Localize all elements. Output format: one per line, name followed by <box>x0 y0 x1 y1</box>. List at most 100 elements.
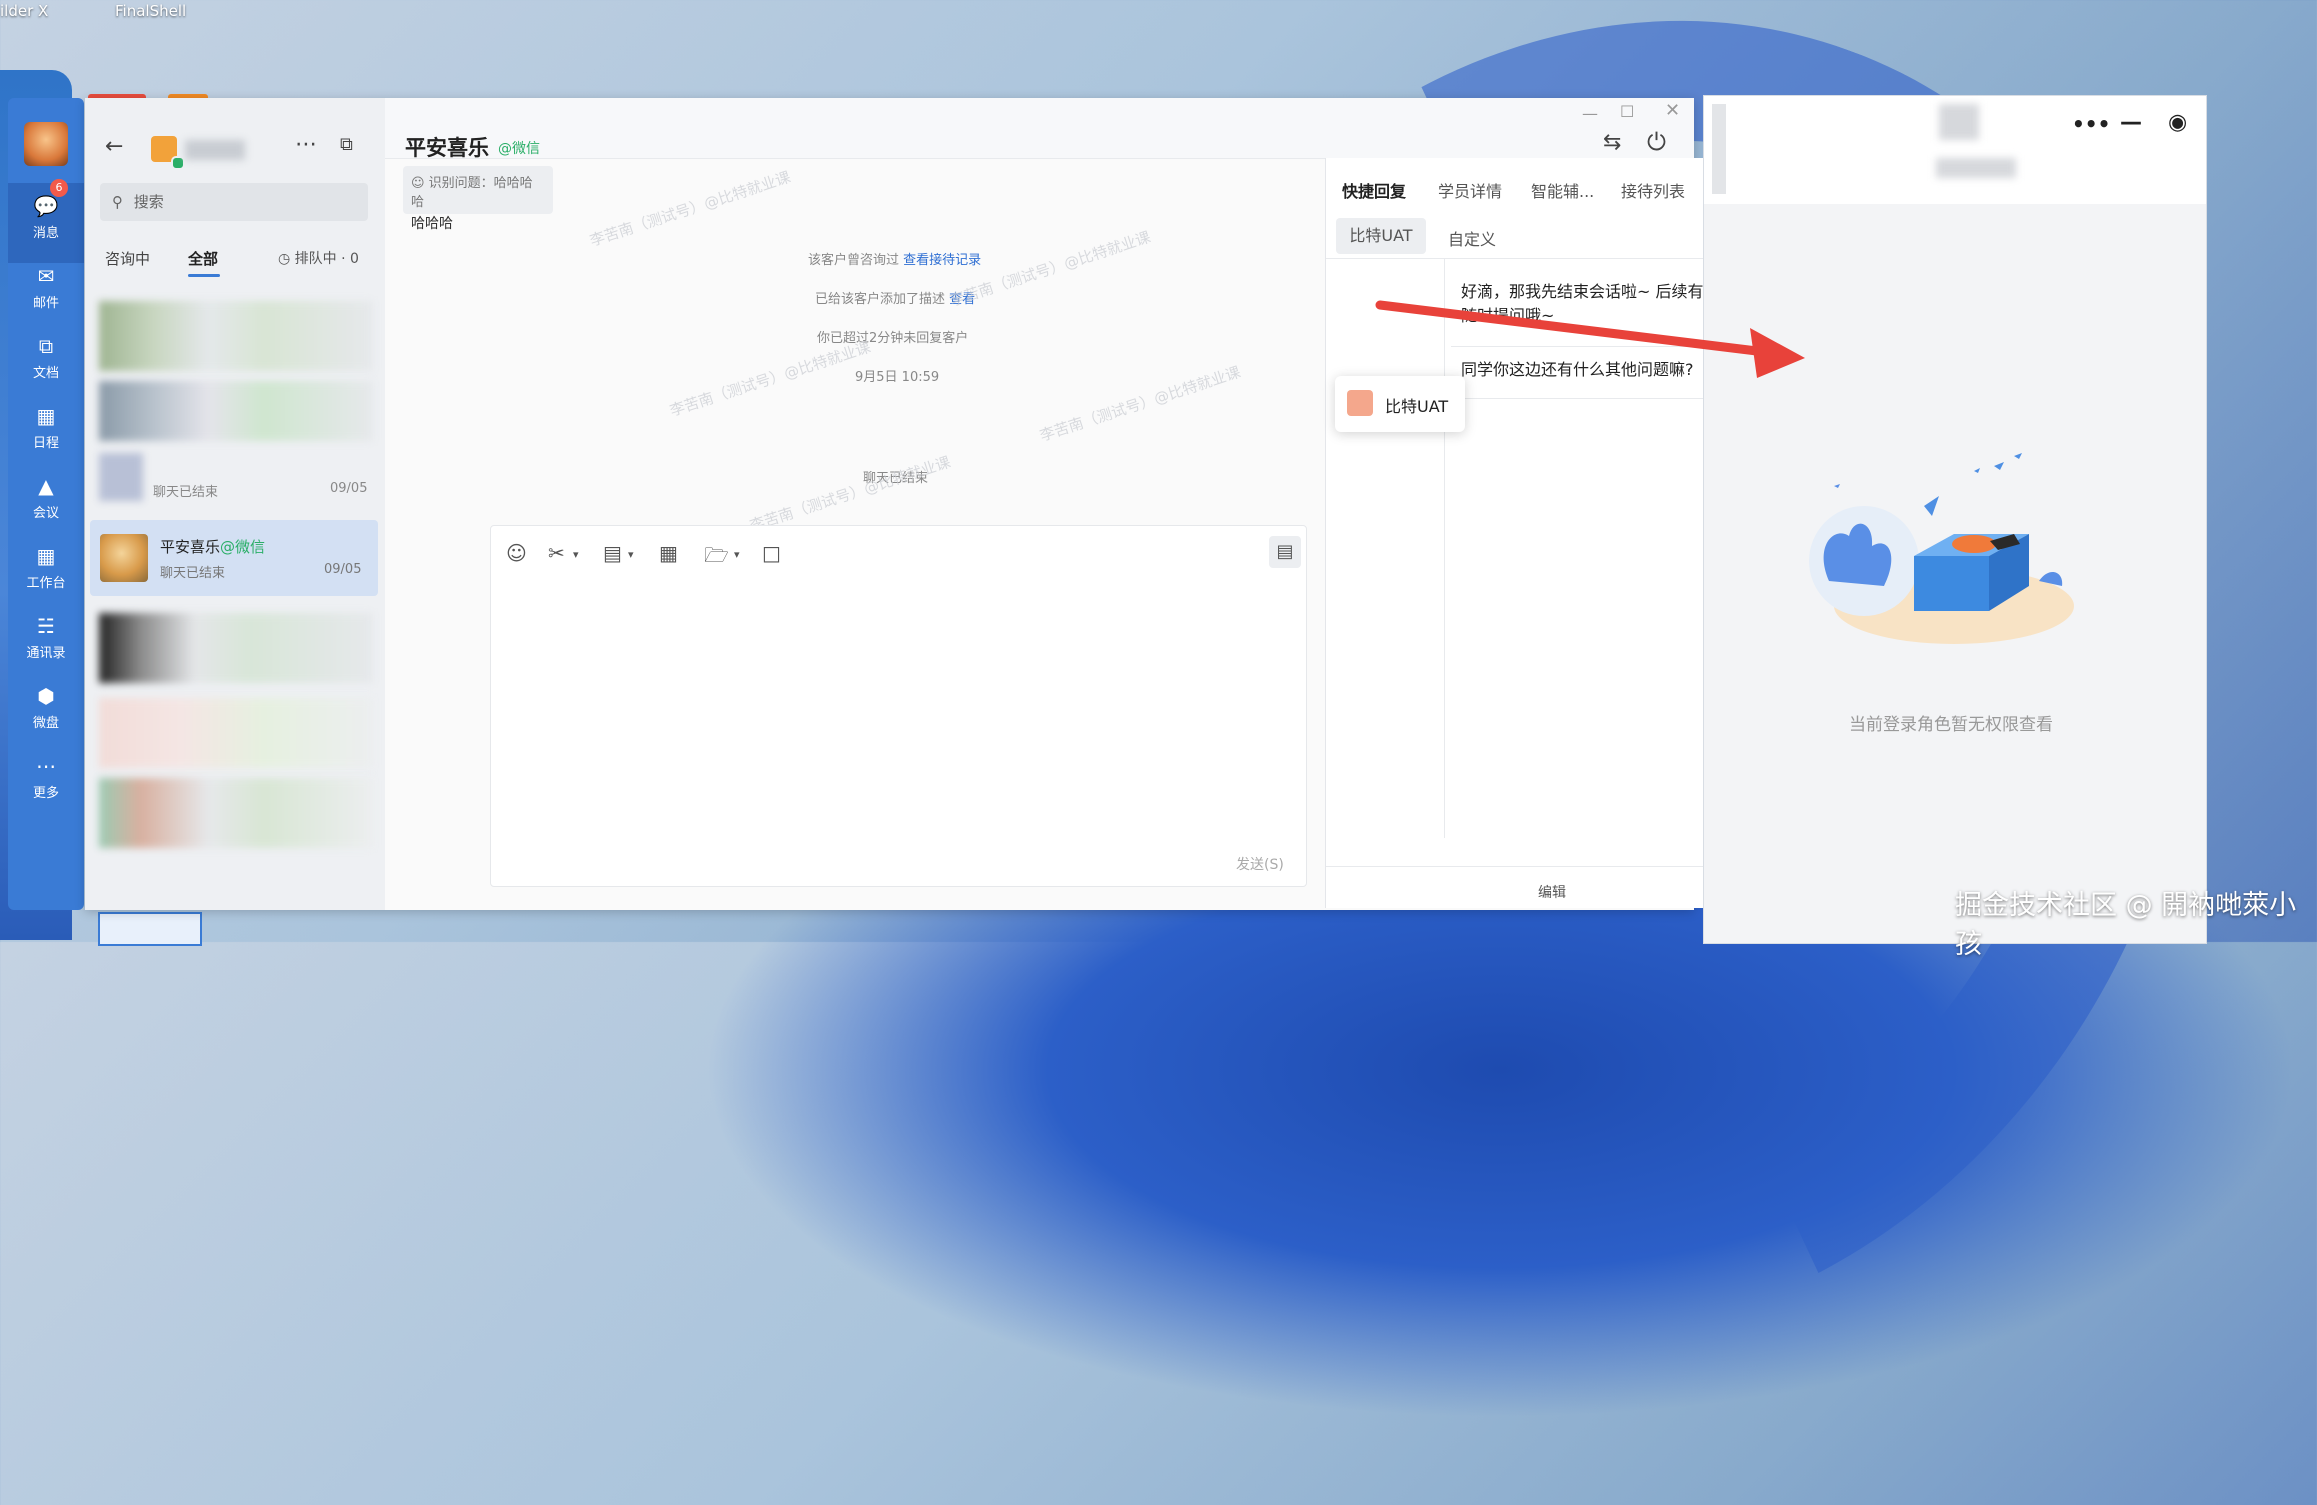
tab-student-details[interactable]: 学员详情 <box>1438 178 1502 202</box>
screenshot-scissors-icon[interactable]: ✂ <box>548 541 565 565</box>
rail-item-calendar[interactable]: ▦ 日程 <box>8 403 84 451</box>
close-circle-icon[interactable]: ◉ <box>2168 110 2187 135</box>
rail-label: 通讯录 <box>26 646 66 661</box>
queue-label: 排队中 · 0 <box>294 251 359 267</box>
contact-tag: @微信 <box>220 538 266 556</box>
minimize-icon[interactable]: — <box>1582 104 1598 123</box>
document-icon: ⧉ <box>38 334 54 358</box>
watermark-caption: 掘金技术社区 @ 開衲哋萊小孩 <box>1955 890 2297 960</box>
main-window: ← ⋯ ⧉ ⚲ 搜索 咨询中 全部 ◷ 排队中 · 0 聊天已结束 09/05 … <box>85 98 1779 910</box>
minimize-icon[interactable]: — <box>2120 110 2142 135</box>
queue-status[interactable]: ◷ 排队中 · 0 <box>278 248 359 268</box>
rail-label: 工作台 <box>26 576 66 591</box>
more-dots-icon[interactable]: ••• <box>2072 112 2110 136</box>
rail-label: 邮件 <box>32 296 59 311</box>
rail-label: 日程 <box>32 436 59 451</box>
red-arrow-annotation <box>1375 300 1805 378</box>
more-options-icon[interactable]: ⋯ <box>295 132 317 157</box>
empty-box-illustration <box>1809 453 2074 644</box>
rail-label: 会议 <box>32 506 59 521</box>
close-icon[interactable]: ✕ <box>1665 100 1680 121</box>
end-session-power-icon[interactable]: ⏻ <box>1647 128 1666 156</box>
search-placeholder: 搜索 <box>133 193 164 211</box>
mini-title-blurred <box>1936 158 2016 178</box>
send-button[interactable]: 发送(S) <box>1236 854 1284 874</box>
rail-item-contacts[interactable]: ☵ 通讯录 <box>8 613 84 661</box>
copy-window-icon[interactable]: ⧉ <box>340 134 353 155</box>
chevron-down-icon[interactable]: ▾ <box>573 548 579 561</box>
list-item[interactable] <box>99 778 373 848</box>
desktop-app-label[interactable]: ilder X <box>0 2 48 20</box>
chat-title-tag: @微信 <box>498 141 540 157</box>
message-composer[interactable]: ☺ ✂ ▾ ▤ ▾ ▦ 🗁 ▾ □ ▤ 发送(S) <box>490 525 1307 887</box>
chat-bubble-icon: 💬 <box>33 194 59 218</box>
system-text: 该客户曾咨询过 <box>808 253 900 268</box>
unread-badge: 6 <box>50 179 68 197</box>
system-message: 该客户曾咨询过 查看接待记录 <box>808 249 981 268</box>
contact-last-message: 聊天已结束 <box>160 566 226 581</box>
rail-item-meeting[interactable]: ▲ 会议 <box>8 473 84 521</box>
tab-reception-list[interactable]: 接待列表 <box>1621 178 1685 202</box>
list-item[interactable] <box>99 613 373 683</box>
user-avatar[interactable] <box>24 122 68 166</box>
note-icon[interactable]: ▦ <box>659 541 678 565</box>
side-mini-window: ••• — ◉ 当前登录角色暂无权限查看 <box>1703 95 2207 944</box>
template-panel-icon[interactable]: ▤ <box>1269 536 1301 568</box>
image-icon[interactable]: ▤ <box>603 541 622 565</box>
subtab-label: 比特UAT <box>1349 226 1413 245</box>
bite-logo-icon <box>1347 390 1373 416</box>
calendar-icon: ▦ <box>36 404 56 428</box>
cloud-drive-icon: ⬢ <box>37 684 55 708</box>
meeting-icon: ▲ <box>38 474 54 498</box>
list-item[interactable] <box>99 698 373 768</box>
chevron-down-icon[interactable]: ▾ <box>628 548 634 561</box>
mail-icon: ✉ <box>37 264 55 288</box>
rail-item-drive[interactable]: ⬢ 微盘 <box>8 683 84 731</box>
list-item[interactable] <box>99 301 373 371</box>
edit-button[interactable]: 编辑 <box>1538 882 1566 902</box>
mini-avatar-blurred <box>1939 104 1979 140</box>
rail-label: 微盘 <box>32 716 59 731</box>
chat-title: 平安喜乐 <box>405 136 489 160</box>
watermark: 李苦南（测试号）@比特就业课 <box>587 167 793 250</box>
folder-icon[interactable]: 🗁 <box>704 541 729 575</box>
rail-item-docs[interactable]: ⧉ 文档 <box>8 333 84 381</box>
conversation-list-panel: ← ⋯ ⧉ ⚲ 搜索 咨询中 全部 ◷ 排队中 · 0 聊天已结束 09/05 … <box>85 98 385 910</box>
desktop-finalshell-label[interactable]: FinalShell <box>115 2 186 20</box>
contact-avatar <box>100 534 148 582</box>
subtab-bite-uat[interactable]: 比特UAT <box>1336 218 1426 254</box>
tab-quick-reply[interactable]: 快捷回复 <box>1342 178 1406 202</box>
watermark: 李苦南（测试号）@比特就业课 <box>667 337 873 420</box>
search-input[interactable]: ⚲ 搜索 <box>100 183 368 221</box>
rail-item-messages[interactable]: 💬 6 消息 <box>8 179 84 263</box>
rail-item-workbench[interactable]: ▦ 工作台 <box>8 543 84 591</box>
rail-label: 消息 <box>32 226 59 241</box>
message-text: 哈哈哈 <box>411 216 453 232</box>
view-history-link[interactable]: 查看接待记录 <box>903 253 981 268</box>
rail-item-mail[interactable]: ✉ 邮件 <box>8 263 84 311</box>
rail-item-more[interactable]: ⋯ 更多 <box>8 753 84 801</box>
chat-header <box>385 98 1694 159</box>
message-recognized-issue: ☺ 识别问题：哈哈哈哈 <box>411 176 533 210</box>
transfer-chat-icon[interactable]: ⇆ <box>1603 130 1621 155</box>
contact-item-selected[interactable]: 平安喜乐@微信 聊天已结束 09/05 <box>90 520 378 596</box>
chevron-down-icon[interactable]: ▾ <box>734 548 740 561</box>
clock-icon: ◷ <box>278 251 291 267</box>
rail-label: 更多 <box>32 786 59 801</box>
maximize-icon[interactable]: ☐ <box>1620 102 1634 121</box>
online-status-dot <box>171 156 185 170</box>
tab-smart-assist[interactable]: 智能辅... <box>1531 178 1594 202</box>
chat-record-icon[interactable]: □ <box>762 541 781 565</box>
list-item-avatar[interactable] <box>99 453 143 501</box>
subtab-custom[interactable]: 自定义 <box>1448 226 1496 250</box>
tab-all[interactable]: 全部 <box>188 248 218 269</box>
tab-consulting[interactable]: 咨询中 <box>105 248 150 269</box>
list-item[interactable] <box>99 381 373 441</box>
watermark: 李苦南（测试号）@比特就业课 <box>1037 362 1243 445</box>
mini-capsule-controls: ••• — ◉ <box>2050 106 2200 146</box>
list-item-date: 09/05 <box>330 481 368 496</box>
pcook-icon[interactable] <box>98 912 202 946</box>
back-arrow-icon[interactable]: ← <box>105 134 123 159</box>
emoji-icon[interactable]: ☺ <box>506 541 527 565</box>
watermark: 李苦南（测试号）@比特就业课 <box>947 227 1153 310</box>
